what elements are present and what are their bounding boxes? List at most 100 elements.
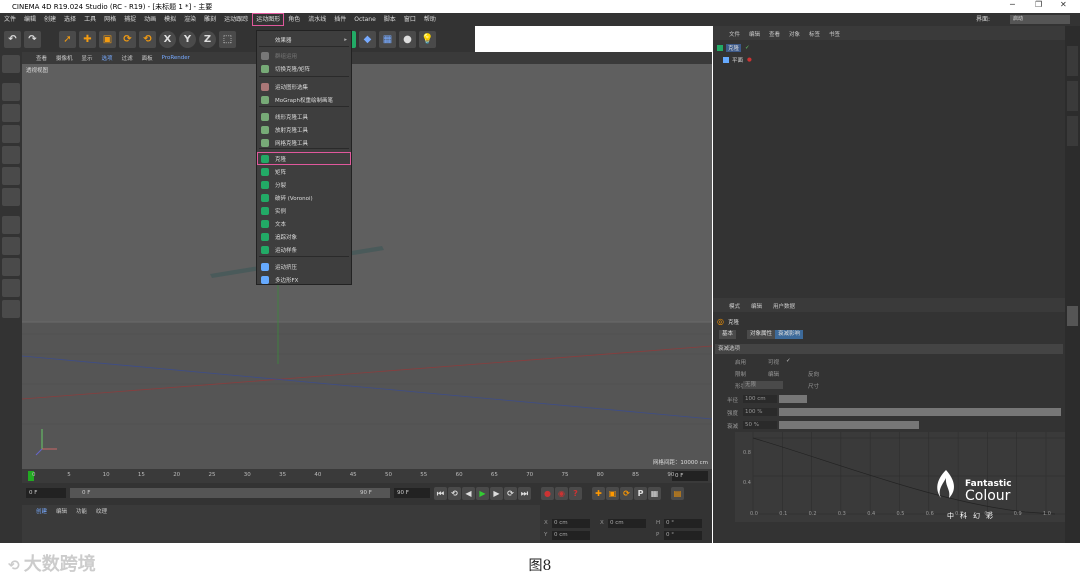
menu-18[interactable]: 窗口 — [400, 13, 420, 26]
falloff-section-header[interactable]: 衰减选项 — [715, 344, 1063, 354]
scale-tool-icon[interactable]: ▣ — [99, 30, 116, 48]
texture-mode-icon[interactable] — [2, 104, 20, 122]
mograph-menu-item[interactable]: 追踪对象 — [257, 230, 351, 243]
menu-2[interactable]: 创建 — [40, 13, 60, 26]
timeline-ruler[interactable]: 0 F 0 5 10 15 20 25 30 35 40 45 50 55 60 65 70 75 80 85 90 — [22, 469, 712, 483]
menu-0[interactable]: 文件 — [0, 13, 20, 26]
maximize-icon[interactable]: ❐ — [1035, 0, 1042, 9]
z-axis-icon[interactable]: Z — [199, 30, 216, 48]
mograph-menu-item[interactable]: 运动挤压 — [257, 260, 351, 273]
point-level-icon[interactable]: ▦ — [648, 487, 661, 500]
workplane-icon[interactable] — [2, 125, 20, 143]
mograph-menu-item[interactable]: 网格克隆工具 — [257, 136, 351, 149]
side-tab-layer[interactable] — [1067, 116, 1078, 146]
end-frame-field[interactable]: 0 F — [672, 471, 708, 481]
coord-system-icon[interactable]: ⬚ — [219, 30, 236, 48]
attribute-tab-0[interactable]: 基本 — [719, 330, 737, 339]
close-icon[interactable]: ✕ — [1060, 0, 1067, 9]
select-tool-icon[interactable]: ➚ — [59, 30, 76, 48]
mograph-menu-item[interactable]: 线形克隆工具 — [257, 110, 351, 123]
attribute-menu-0[interactable]: 模式 — [729, 302, 740, 310]
object-menu-2[interactable]: 查看 — [769, 30, 780, 38]
prev-key-icon[interactable]: ⟲ — [448, 487, 461, 500]
viewport-menu-1[interactable]: 摄像机 — [56, 54, 73, 62]
frame-range-slider[interactable]: 0 F — [70, 488, 390, 498]
menu-3[interactable]: 选择 — [60, 13, 80, 26]
menu-10[interactable]: 雕刻 — [200, 13, 220, 26]
coord-p-field[interactable]: 0 ° — [664, 531, 702, 540]
scale-key-icon[interactable]: ▣ — [606, 487, 619, 500]
visible-check-icon[interactable]: ✓ — [745, 45, 750, 51]
camera-icon[interactable]: ● — [399, 30, 416, 48]
start-frame-field[interactable]: 0 F — [26, 488, 66, 498]
mograph-menu-item[interactable]: 分裂 — [257, 178, 351, 191]
mograph-menu-item[interactable]: MoGraph权重绘制画笔 — [257, 93, 351, 106]
recent-tool-icon[interactable]: ⟲ — [139, 30, 156, 48]
layout-select[interactable]: 启动 — [1010, 15, 1070, 24]
timeline-window-icon[interactable]: ▤ — [671, 487, 684, 500]
mograph-menu-item[interactable]: 文本 — [257, 217, 351, 230]
menu-12[interactable]: 运动图形 — [252, 13, 285, 26]
menu-14[interactable]: 流水线 — [304, 13, 330, 26]
menu-13[interactable]: 角色 — [284, 13, 304, 26]
menu-11[interactable]: 运动跟踪 — [220, 13, 252, 26]
coord-x-field[interactable]: 0 cm — [552, 519, 590, 528]
model-mode-icon[interactable] — [2, 83, 20, 101]
attribute-menu-1[interactable]: 编辑 — [751, 302, 762, 310]
mograph-menu-item[interactable]: 切换克隆/矩阵 — [257, 62, 351, 75]
viewport[interactable]: 透视视图 网格间距：10000 cm — [22, 64, 712, 469]
coord-y-field[interactable]: 0 cm — [552, 531, 590, 540]
side-tab-attributes[interactable] — [1067, 306, 1078, 326]
viewport-menu-0[interactable]: 查看 — [36, 54, 47, 62]
material-tag-icon[interactable]: ● — [747, 57, 752, 63]
redo-icon[interactable]: ↷ — [24, 30, 41, 48]
menu-16[interactable]: Octane — [350, 13, 380, 26]
object-menu-3[interactable]: 对象 — [789, 30, 800, 38]
polygons-mode-icon[interactable] — [2, 188, 20, 206]
menu-19[interactable]: 帮助 — [420, 13, 440, 26]
viewport-menu-4[interactable]: 过滤 — [122, 54, 133, 62]
mograph-menu-item[interactable]: 放射克隆工具 — [257, 123, 351, 136]
mograph-menu-item[interactable]: 效果器 ▸ — [257, 33, 351, 46]
object-row-cloner[interactable]: 克隆 ✓ — [717, 44, 750, 52]
scene-icon[interactable]: ▦ — [379, 30, 396, 48]
record-icon[interactable]: ● — [541, 487, 554, 500]
object-row-plane[interactable]: 平面 ● — [723, 56, 752, 64]
move-tool-icon[interactable]: ✚ — [79, 30, 96, 48]
bottom-tab-3[interactable]: 纹理 — [96, 507, 107, 515]
viewport-menu-2[interactable]: 显示 — [82, 54, 93, 62]
next-frame-icon[interactable]: ▶ — [490, 487, 503, 500]
menu-15[interactable]: 插件 — [330, 13, 350, 26]
attribute-value[interactable]: 100 cm — [743, 395, 777, 403]
object-menu-5[interactable]: 书签 — [829, 30, 840, 38]
next-key-icon[interactable]: ⟳ — [504, 487, 517, 500]
prev-frame-icon[interactable]: ◀ — [462, 487, 475, 500]
menu-6[interactable]: 捕捉 — [120, 13, 140, 26]
attribute-value[interactable]: 100 % — [743, 408, 777, 416]
viewport-menu-3[interactable]: 选项 — [102, 54, 113, 62]
menu-17[interactable]: 脚本 — [380, 13, 400, 26]
attribute-tab-2[interactable]: 衰减影响 — [775, 330, 804, 339]
mograph-menu-item[interactable]: 实例 — [257, 204, 351, 217]
mograph-menu-item[interactable]: 多边形FX — [257, 273, 351, 286]
bottom-tab-0[interactable]: 创建 — [36, 507, 47, 515]
attribute-value[interactable]: 无限 — [743, 381, 783, 389]
snap-icon[interactable] — [2, 258, 20, 276]
tweak-icon[interactable] — [2, 237, 20, 255]
go-to-start-icon[interactable]: ⏮ — [434, 487, 447, 500]
attribute-tab-1[interactable]: 对象属性 — [747, 330, 776, 339]
menu-1[interactable]: 编辑 — [20, 13, 40, 26]
side-tab-content[interactable] — [1067, 81, 1078, 111]
attribute-value[interactable]: ✓ — [786, 358, 791, 364]
go-to-end-icon[interactable]: ⏭ — [518, 487, 531, 500]
position-key-icon[interactable]: ✚ — [592, 487, 605, 500]
mograph-menu-item[interactable]: 运动样条 — [257, 243, 351, 256]
attribute-slider[interactable] — [779, 421, 919, 429]
edges-mode-icon[interactable] — [2, 167, 20, 185]
object-menu-4[interactable]: 标签 — [809, 30, 820, 38]
auto-key-icon[interactable]: ◉ — [555, 487, 568, 500]
attribute-slider[interactable] — [779, 395, 807, 403]
rotation-key-icon[interactable]: ⟳ — [620, 487, 633, 500]
make-editable-icon[interactable] — [2, 55, 20, 73]
attribute-slider[interactable] — [779, 408, 1061, 416]
